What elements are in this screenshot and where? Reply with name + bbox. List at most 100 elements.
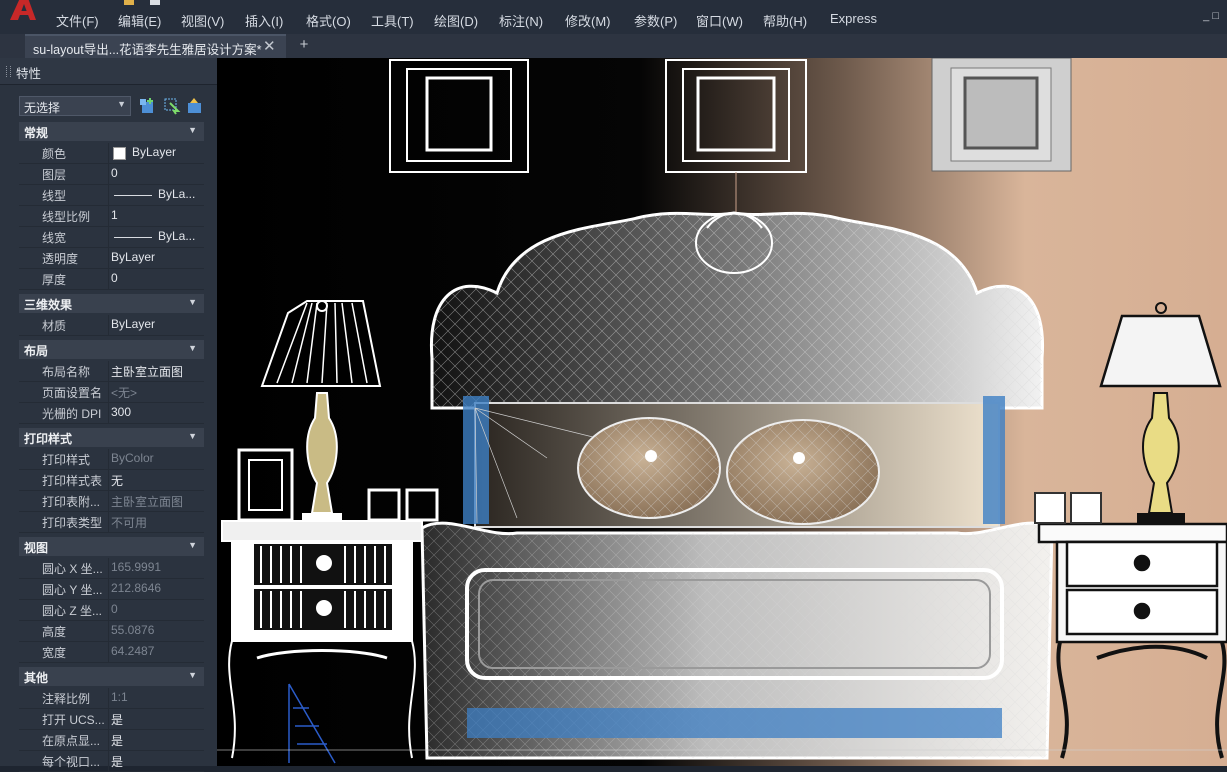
prop-value: ByLayer [132,145,177,159]
menu-window[interactable]: 窗口(W) [696,11,743,30]
prop-row-width[interactable]: 宽度 64.2487 [19,642,204,663]
prop-label: 在原点显... [42,734,101,748]
prop-value: 是 [111,755,124,769]
section-view-label: 视图 [24,541,49,555]
grip-icon[interactable] [6,66,11,77]
prop-row-material[interactable]: 材质 ByLayer [19,315,204,336]
prop-row-plot-style[interactable]: 打印样式 ByColor [19,449,204,470]
row-divider [108,600,109,620]
prop-row-raster-dpi[interactable]: 光栅的 DPI 300 [19,403,204,424]
row-divider [108,269,109,289]
tab-document[interactable]: su-layout导出...花语李先生雅居设计方案* ✕ [25,34,286,58]
restore-icon[interactable]: □ [1212,10,1219,22]
section-view[interactable]: 视图 ▼ [19,537,204,556]
prop-row-thickness[interactable]: 厚度 0 [19,269,204,290]
menu-edit[interactable]: 编辑(E) [118,11,161,30]
prop-row-center-x[interactable]: 圆心 X 坐... 165.9991 [19,558,204,579]
menu-tools[interactable]: 工具(T) [371,11,414,30]
color-swatch [113,147,126,160]
prop-row-layout-name[interactable]: 布局名称 主卧室立面图 [19,361,204,382]
prop-row-plot-style-table[interactable]: 打印样式表 无 [19,470,204,491]
menu-format[interactable]: 格式(O) [306,11,351,30]
prop-value: <无> [111,386,138,400]
row-divider [108,206,109,226]
bed-footboard [420,521,1054,760]
select-objects-icon[interactable] [162,96,181,115]
prop-row-plot-table-type[interactable]: 打印表类型 不可用 [19,512,204,533]
line-sample [114,195,152,196]
prop-label: 圆心 Z 坐... [42,604,103,618]
tab-document-label: su-layout导出...花语李先生雅居设计方案* [33,43,262,57]
close-icon[interactable]: ✕ [263,37,276,55]
prop-label: 材质 [42,319,67,333]
prop-row-linetype-scale[interactable]: 线型比例 1 [19,206,204,227]
prop-row-plot-table-attached[interactable]: 打印表附... 主卧室立面图 [19,491,204,512]
prop-label: 图层 [42,168,67,182]
prop-row-ucs-per-viewport[interactable]: 每个视口... 是 [19,751,204,772]
row-divider [108,449,109,469]
section-3d-effects-label: 三维效果 [24,298,73,312]
section-general[interactable]: 常规 ▼ [19,122,204,141]
prop-row-center-z[interactable]: 圆心 Z 坐... 0 [19,600,204,621]
prop-row-page-setup[interactable]: 页面设置名 <无> [19,382,204,403]
prop-row-center-y[interactable]: 圆心 Y 坐... 212.8646 [19,579,204,600]
quick-access-icon[interactable] [122,0,164,6]
section-plot-style[interactable]: 打印样式 ▼ [19,428,204,447]
menu-file[interactable]: 文件(F) [56,11,99,30]
prop-row-height[interactable]: 高度 55.0876 [19,621,204,642]
prop-value: 212.8646 [111,581,162,595]
toggle-pickadd-icon[interactable] [138,96,157,115]
row-divider [108,491,109,511]
menu-insert[interactable]: 插入(I) [245,11,283,30]
section-layout-label: 布局 [24,344,49,358]
collapse-caret-icon[interactable]: ▼ [188,540,197,550]
menu-dimension[interactable]: 标注(N) [499,11,543,30]
window-controls[interactable]: _ □ [1203,10,1219,22]
prop-label: 线型比例 [42,210,91,224]
properties-panel: 特性 无选择 ▼ 常规 ▼ 颜色 ByLayer 图层 0 线型 ByLa...… [0,58,217,772]
prop-value: 0 [111,271,118,285]
prop-row-layer[interactable]: 图层 0 [19,164,204,185]
row-divider [108,403,109,423]
menu-view[interactable]: 视图(V) [181,11,224,30]
quick-select-icon[interactable] [186,96,205,115]
add-tab-icon[interactable]: + [294,36,314,54]
section-layout[interactable]: 布局 ▼ [19,340,204,359]
minimize-icon[interactable]: _ [1203,10,1209,22]
section-misc[interactable]: 其他 ▼ [19,667,204,686]
section-misc-label: 其他 [24,671,49,685]
prop-value: ByLayer [111,317,156,331]
collapse-caret-icon[interactable]: ▼ [188,431,197,441]
menu-parametric[interactable]: 参数(P) [634,11,677,30]
section-plot-style-label: 打印样式 [24,432,73,446]
drawing-canvas[interactable] [217,58,1227,766]
collapse-caret-icon[interactable]: ▼ [188,343,197,353]
menu-draw[interactable]: 绘图(D) [434,11,478,30]
prop-row-ucs-icon[interactable]: 打开 UCS... 是 [19,709,204,730]
line-sample [114,237,152,238]
prop-row-transparency[interactable]: 透明度 ByLayer [19,248,204,269]
row-divider [108,248,109,268]
prop-row-lineweight[interactable]: 线宽 ByLa... [19,227,204,248]
row-divider [108,558,109,578]
row-divider [108,621,109,641]
collapse-caret-icon[interactable]: ▼ [188,297,197,307]
section-3d-effects[interactable]: 三维效果 ▼ [19,294,204,313]
collapse-caret-icon[interactable]: ▼ [188,670,197,680]
app-logo-icon[interactable] [6,0,40,22]
collapse-caret-icon[interactable]: ▼ [188,125,197,135]
row-divider [108,579,109,599]
prop-label: 注释比例 [42,692,91,706]
prop-row-ucs-origin[interactable]: 在原点显... 是 [19,730,204,751]
row-divider [108,315,109,335]
row-divider [108,688,109,708]
prop-row-linetype[interactable]: 线型 ByLa... [19,185,204,206]
prop-row-annotation-scale[interactable]: 注释比例 1:1 [19,688,204,709]
drawing-viewport[interactable] [217,58,1227,766]
prop-row-color[interactable]: 颜色 ByLayer [19,143,204,164]
menu-express[interactable]: Express [830,11,877,26]
menu-help[interactable]: 帮助(H) [763,11,807,30]
selection-dropdown[interactable]: 无选择 ▼ [19,96,131,116]
menu-modify[interactable]: 修改(M) [565,11,611,30]
row-divider [108,642,109,662]
